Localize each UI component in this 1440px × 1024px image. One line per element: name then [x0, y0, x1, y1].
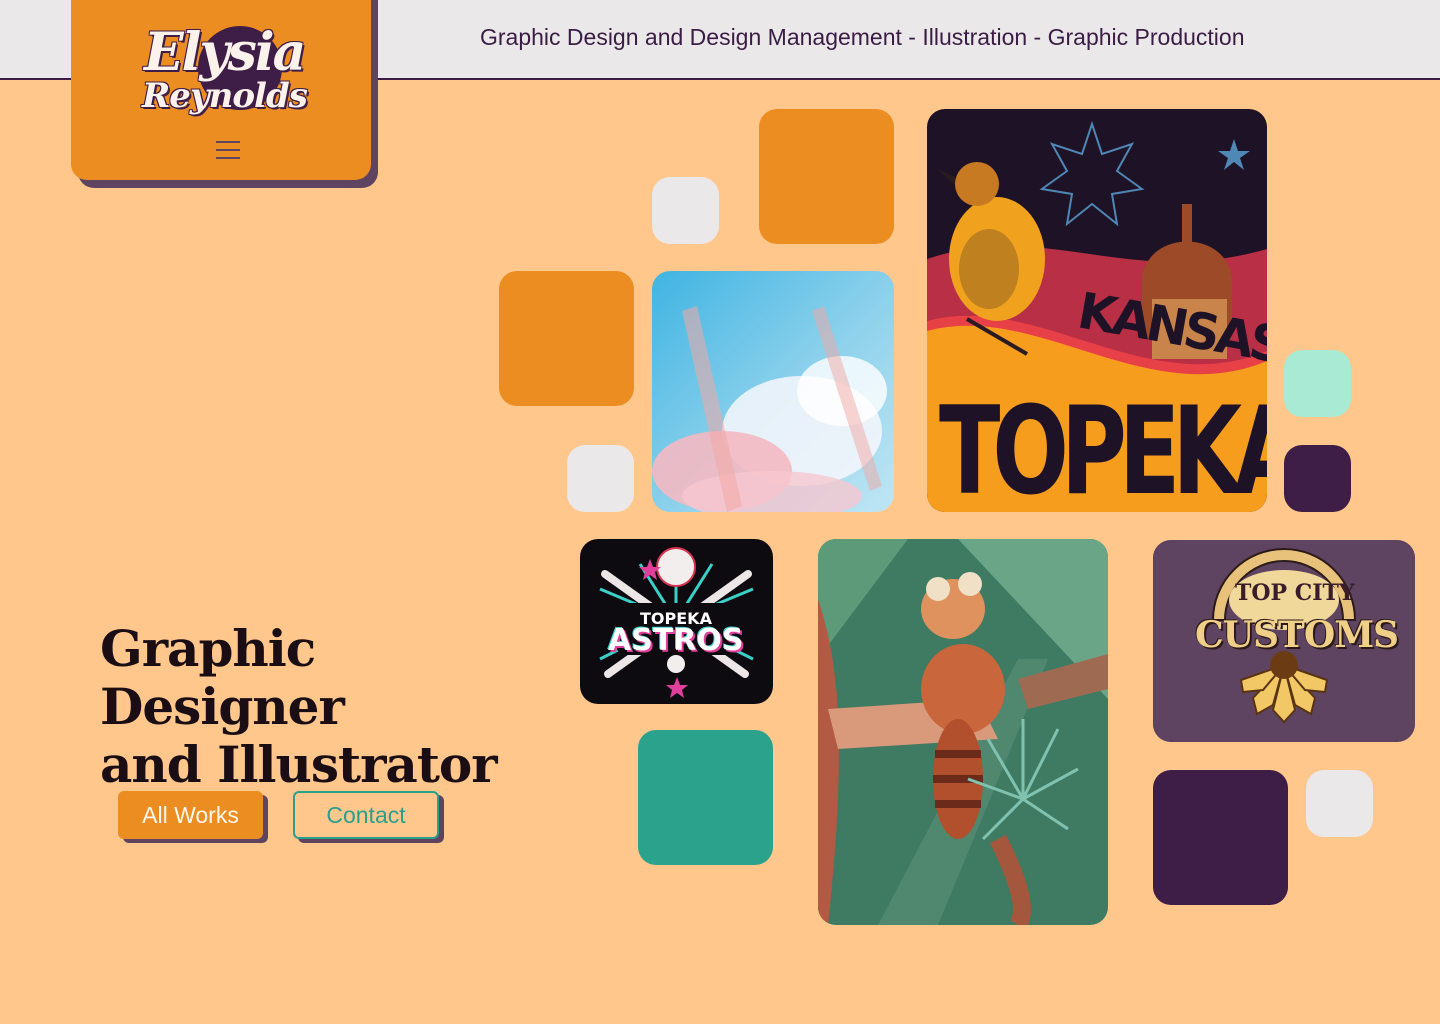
hero-title-line-2: and Illustrator [100, 735, 498, 794]
top-city-text: TOP CITY [1235, 580, 1355, 606]
all-works-button[interactable]: All Works [118, 791, 263, 839]
customs-text: CUSTOMS [1195, 614, 1399, 656]
logo-first-name[interactable]: Elysia [144, 22, 306, 83]
deco-tile-purple [1153, 770, 1288, 905]
poster-topeka-text: TOPEKA [939, 381, 1267, 512]
red-panda-painting-thumbnail[interactable] [818, 539, 1108, 925]
hamburger-menu-icon[interactable] [214, 138, 242, 162]
hero-title: Graphic Designer and Illustrator [100, 620, 560, 794]
deco-tile-mint [1284, 350, 1351, 417]
deco-tile-grey [1306, 770, 1373, 837]
deco-tile-purple [1284, 445, 1351, 512]
deco-tile-orange [499, 271, 634, 406]
astros-logo-thumbnail[interactable]: TOPEKA ASTROS [580, 539, 773, 704]
top-city-customs-logo-thumbnail[interactable]: TOP CITY CUSTOMS [1153, 540, 1415, 742]
contact-button[interactable]: Contact [293, 791, 439, 839]
deco-tile-grey [567, 445, 634, 512]
hero-title-line-1: Graphic Designer [100, 619, 345, 736]
deco-tile-orange [759, 109, 894, 244]
astros-logo-astros-text: ASTROS [608, 623, 744, 658]
deco-tile-teal [638, 730, 773, 865]
topeka-poster-thumbnail[interactable]: KANSAS TOPEKA [927, 109, 1267, 512]
sky-painting-thumbnail[interactable] [652, 271, 894, 512]
site-tagline: Graphic Design and Design Management - I… [480, 24, 1245, 50]
deco-tile-grey [652, 177, 719, 244]
logo-last-name[interactable]: Reynolds [142, 76, 308, 116]
